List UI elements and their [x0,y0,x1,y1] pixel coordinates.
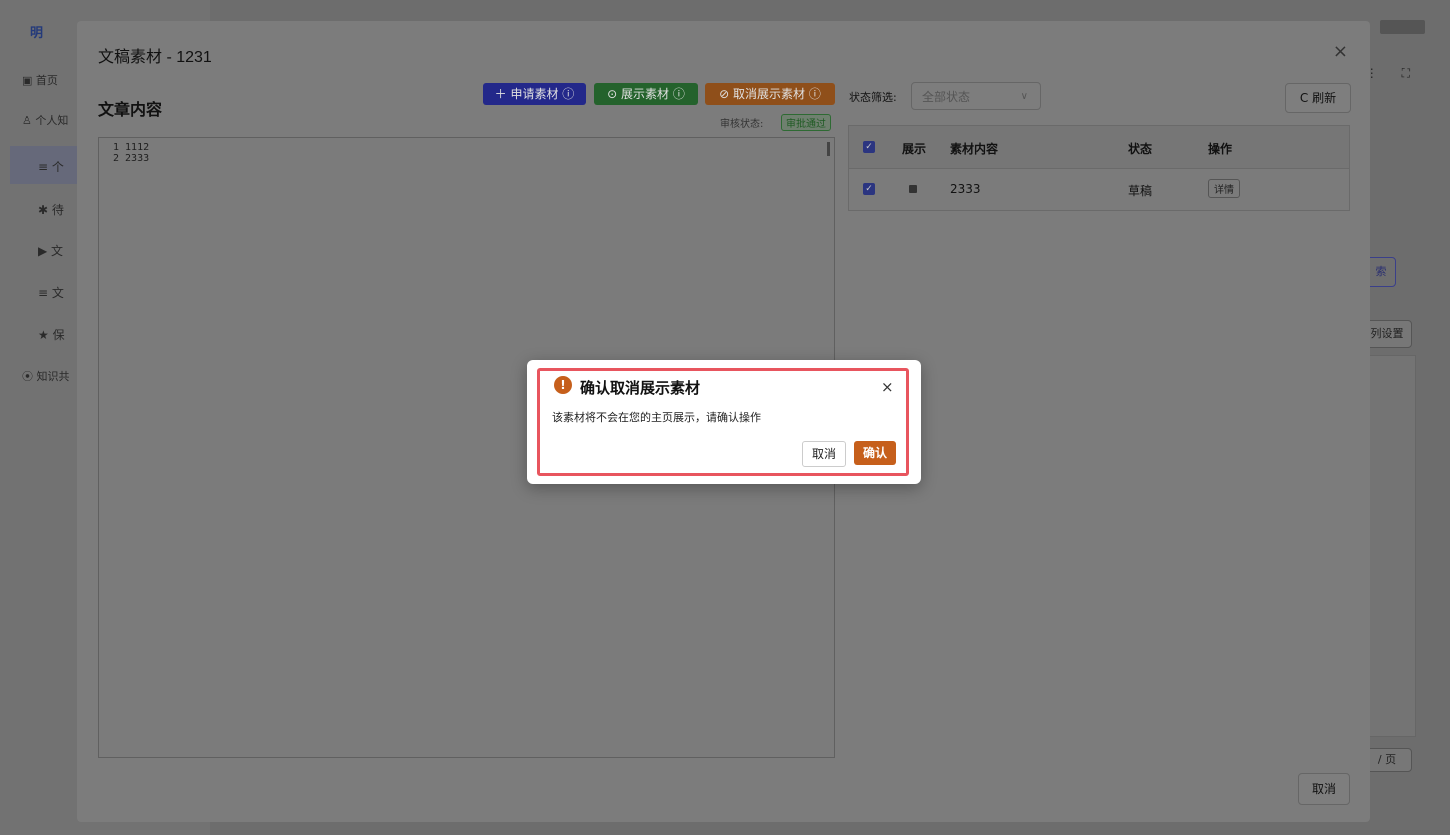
select-all-checkbox[interactable]: ✓ [863,141,875,153]
sidebar-item-label: 文 [51,244,64,258]
fullscreen-icon[interactable]: ⋮ ⛶ [1366,66,1420,81]
sidebar-subitem-2[interactable]: ✱ 待 [38,201,64,218]
sidebar-item-label: 待 [51,203,64,217]
drawer-title: 文稿素材 - 1231 [98,49,212,66]
app-logo: 明 [30,26,44,41]
close-icon[interactable]: × [881,378,894,396]
column-header-content: 素材内容 [950,142,999,156]
chevron-down-icon: ∨ [1020,91,1028,102]
display-square-icon [909,185,917,193]
confirm-title: 确认取消展示素材 [580,379,701,397]
editor-line: 1 1112 [113,142,150,153]
sidebar-item-label: 个 [51,160,64,174]
drawer-cancel-button[interactable]: 取消 [1298,773,1350,805]
editor-content: 1 1112 2 2333 [113,142,149,164]
close-icon[interactable]: × [1333,41,1348,62]
column-header-action: 操作 [1208,142,1233,156]
sidebar-item-personal[interactable]: ♙ 个人知 [22,112,68,128]
material-table: ✓ 展示 素材内容 状态 操作 ✓ 2333 草稿 详情 [848,125,1350,211]
sidebar-item-knowledge[interactable]: ⦿ 知识共 [22,368,70,384]
detail-button[interactable]: 详情 [1208,179,1240,198]
warning-icon: ! [554,376,572,394]
status-filter-label: 状态筛选: [849,91,897,104]
status-filter-value: 全部状态 [922,90,971,104]
editor-scrollbar[interactable] [827,142,830,156]
row-checkbox[interactable]: ✓ [863,183,875,195]
hide-material-button[interactable]: ⊘ 取消展示素材 ⓘ [705,83,835,105]
sidebar-subitem-5[interactable]: ★ 保 [38,326,65,343]
section-title: 文章内容 [98,100,163,119]
cell-content: 2333 [950,182,981,196]
sidebar-subitem-1[interactable]: ≡ 个 [38,158,64,175]
sidebar-subitem-3[interactable]: ▶ 文 [38,242,63,259]
sidebar-item-label: 文 [51,286,64,300]
sidebar-item-label: 保 [52,328,65,342]
search-button[interactable]: 索 [1366,257,1396,287]
sidebar-item-home[interactable]: ▣ 首页 [22,72,58,88]
apply-material-button[interactable]: ＋ 申请素材 ⓘ [483,83,586,105]
status-filter-select[interactable]: 全部状态 ∨ [911,82,1041,110]
confirm-dialog: ! 确认取消展示素材 × 该素材将不会在您的主页展示，请确认操作 取消 确认 [527,360,921,484]
sidebar-item-label: 首页 [35,74,58,87]
cancel-button[interactable]: 取消 [802,441,846,467]
refresh-button[interactable]: C 刷新 [1285,83,1351,113]
user-avatar[interactable] [1380,20,1425,34]
editor-line: 2 2333 [113,153,150,164]
sidebar-item-label: 知识共 [36,370,70,383]
show-material-button[interactable]: ⊙ 展示素材 ⓘ [594,83,698,105]
sidebar-item-label: 个人知 [35,114,69,127]
column-header-show: 展示 [902,142,927,156]
confirm-message: 该素材将不会在您的主页展示，请确认操作 [552,411,761,424]
cell-status: 草稿 [1128,184,1153,198]
confirm-button[interactable]: 确认 [854,441,896,465]
background-table-panel [1362,355,1416,737]
audit-status-label: 审核状态: [720,119,764,130]
column-header-status: 状态 [1128,142,1153,156]
sidebar-subitem-4[interactable]: ≡ 文 [38,284,64,301]
audit-status-badge: 审批通过 [781,114,831,131]
